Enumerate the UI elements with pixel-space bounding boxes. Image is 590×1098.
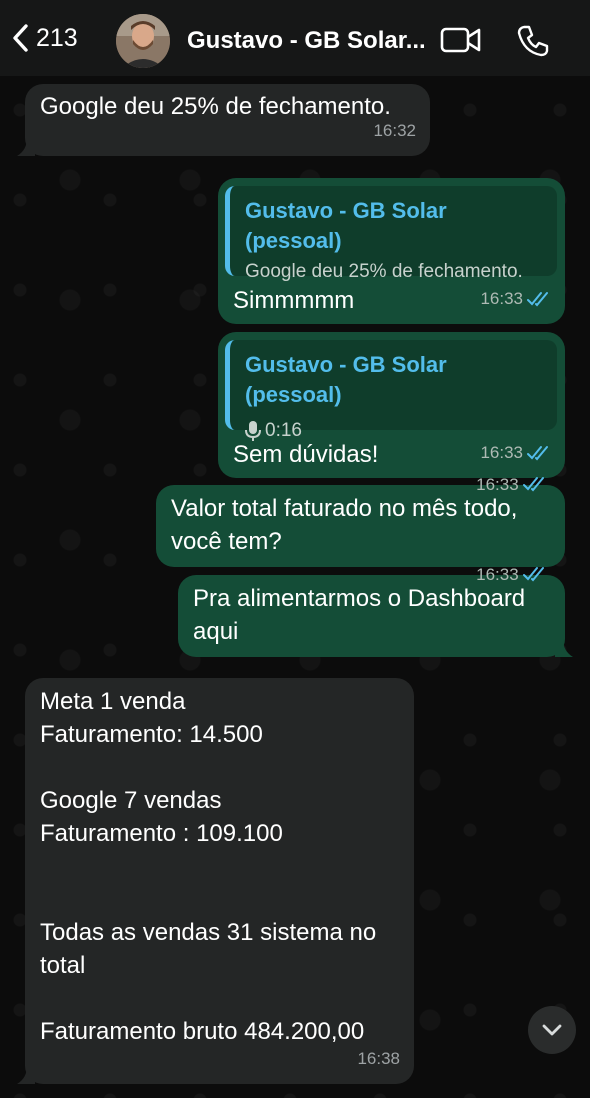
- message-meta: 16:33: [480, 282, 551, 315]
- chevron-left-icon: [13, 24, 28, 52]
- message-line: [40, 982, 400, 1015]
- message-line: total: [40, 952, 86, 979]
- message-line: [40, 751, 400, 784]
- chevron-down-icon: [542, 1024, 562, 1036]
- message-bubble-outgoing[interactable]: Gustavo - GB Solar (pessoal) Google deu …: [218, 178, 565, 324]
- message-line: Faturamento: 14.500: [40, 721, 263, 748]
- message-text: Google deu 25% de fechamento.: [40, 93, 391, 120]
- contact-name[interactable]: Gustavo - GB Solar...: [187, 27, 426, 55]
- message-bubble-incoming[interactable]: Google deu 25% de fechamento. 16:32: [17, 84, 430, 156]
- quote-author: Gustavo - GB Solar (pessoal): [245, 198, 447, 253]
- unread-count: 213: [36, 23, 78, 52]
- bubble-tail: [555, 639, 573, 657]
- message-meta: 16:38: [357, 1042, 400, 1075]
- bubble-tail: [17, 138, 35, 156]
- chat-header: 213 Gustavo - GB Solar...: [0, 0, 590, 76]
- message-line: Faturamento : 109.100: [40, 820, 283, 847]
- contact-avatar[interactable]: [116, 14, 170, 68]
- message-time: 16:38: [357, 1049, 400, 1068]
- video-camera-icon: [440, 27, 481, 53]
- phone-icon: [517, 25, 549, 57]
- message-line: [40, 883, 400, 916]
- message-meta: 16:32: [373, 114, 416, 147]
- message-meta: 16:33: [476, 500, 551, 648]
- message-bubble-outgoing[interactable]: Pra alimentarmos o Dashboard aqui 16:33: [178, 565, 573, 657]
- bubble-tail: [17, 1066, 35, 1084]
- message-time: 16:33: [476, 564, 519, 584]
- quoted-message[interactable]: Gustavo - GB Solar (pessoal) Google deu …: [225, 186, 557, 282]
- message-line: Meta 1 venda: [40, 688, 186, 715]
- message-line: Todas as vendas 31 sistema no: [40, 919, 377, 946]
- voice-call-button[interactable]: [516, 24, 550, 63]
- message-line: [40, 850, 400, 883]
- message-time: 16:33: [480, 289, 523, 308]
- message-line: Faturamento bruto 484.200,00: [40, 1018, 365, 1045]
- message-time: 16:33: [476, 474, 519, 494]
- double-check-read-icon: [527, 291, 551, 307]
- quote-author: Gustavo - GB Solar (pessoal): [245, 352, 447, 407]
- message-bubble-incoming[interactable]: Meta 1 venda Faturamento: 14.500 Google …: [17, 678, 414, 1084]
- message-time: 16:32: [373, 121, 416, 140]
- video-call-button[interactable]: [440, 24, 482, 61]
- back-button[interactable]: 213: [10, 22, 78, 54]
- double-check-read-icon: [522, 500, 551, 648]
- message-line: Google 7 vendas: [40, 787, 222, 814]
- scroll-to-bottom-button[interactable]: [528, 1006, 576, 1054]
